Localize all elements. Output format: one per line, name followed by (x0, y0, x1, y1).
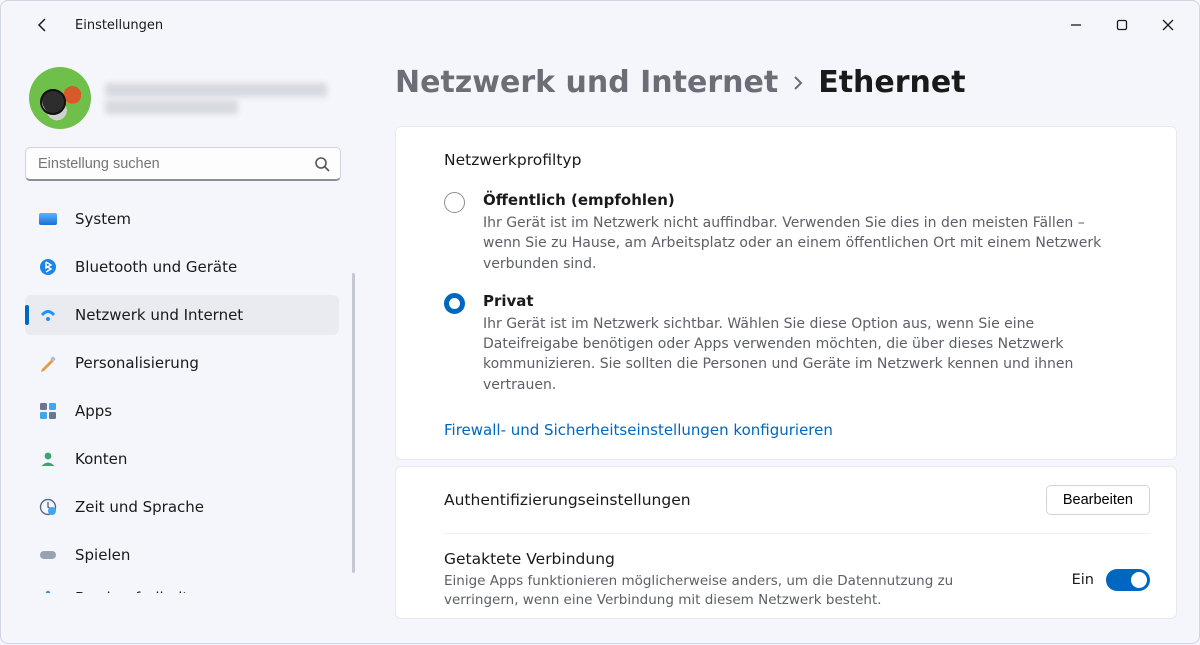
nav-list: System Bluetooth und Geräte Netzwerk und… (25, 195, 347, 593)
radio-public[interactable]: Öffentlich (empfohlen) Ihr Gerät ist im … (444, 191, 1148, 274)
titlebar: Einstellungen (1, 1, 1199, 49)
radio-checked-icon (444, 293, 465, 314)
sidebar-item-accounts[interactable]: Konten (25, 439, 339, 479)
user-name-redacted (105, 80, 347, 117)
search-field[interactable] (38, 156, 314, 172)
app-title: Einstellungen (75, 18, 163, 33)
accounts-icon (39, 450, 57, 468)
metered-row: Getaktete Verbindung Einige Apps funktio… (444, 534, 1150, 618)
radio-label: Privat (483, 292, 1118, 310)
radio-private[interactable]: Privat Ihr Gerät ist im Netzwerk sichtba… (444, 292, 1148, 395)
radio-unchecked-icon (444, 192, 465, 213)
search-input[interactable] (25, 147, 341, 181)
sidebar-item-time-language[interactable]: Zeit und Sprache (25, 487, 339, 527)
radio-description: Ihr Gerät ist im Netzwerk nicht auffindb… (483, 213, 1118, 274)
bluetooth-icon (39, 258, 57, 276)
sidebar-item-label: Spielen (75, 546, 130, 564)
metered-title: Getaktete Verbindung (444, 550, 964, 568)
sidebar-item-label: Konten (75, 450, 127, 468)
gaming-icon (39, 546, 57, 564)
radio-description: Ihr Gerät ist im Netzwerk sichtbar. Wähl… (483, 314, 1118, 395)
sidebar-item-label: Apps (75, 402, 112, 420)
sidebar-item-apps[interactable]: Apps (25, 391, 339, 431)
sidebar-item-gaming[interactable]: Spielen (25, 535, 339, 575)
minimize-button[interactable] (1053, 9, 1099, 41)
edit-button[interactable]: Bearbeiten (1046, 485, 1150, 515)
sidebar-item-personalization[interactable]: Personalisierung (25, 343, 339, 383)
apps-icon (39, 402, 57, 420)
network-profile-card: Netzwerkprofiltyp Öffentlich (empfohlen)… (395, 126, 1177, 460)
metered-description: Einige Apps funktionieren möglicherweise… (444, 572, 964, 610)
user-profile[interactable] (29, 67, 347, 129)
sidebar-item-label: Zeit und Sprache (75, 498, 204, 516)
personalization-icon (39, 354, 57, 372)
system-icon (39, 210, 57, 228)
maximize-button[interactable] (1099, 9, 1145, 41)
breadcrumb-current: Ethernet (818, 65, 965, 100)
firewall-link[interactable]: Firewall- und Sicherheitseinstellungen k… (444, 421, 833, 439)
sidebar-item-label: Netzwerk und Internet (75, 306, 243, 324)
main-content: Netzwerk und Internet Ethernet Netzwerkp… (355, 49, 1199, 645)
search-icon (314, 156, 330, 172)
auth-metered-card: Authentifizierungseinstellungen Bearbeit… (395, 466, 1177, 619)
sidebar-scrollbar[interactable] (352, 273, 355, 573)
avatar (29, 67, 91, 129)
sidebar-item-bluetooth[interactable]: Bluetooth und Geräte (25, 247, 339, 287)
sidebar-item-label: System (75, 210, 131, 228)
sidebar-item-system[interactable]: System (25, 199, 339, 239)
sidebar-item-network[interactable]: Netzwerk und Internet (25, 295, 339, 335)
card-title: Netzwerkprofiltyp (444, 151, 1148, 169)
radio-label: Öffentlich (empfohlen) (483, 191, 1118, 209)
sidebar-item-label: Barrierefreiheit (75, 589, 188, 593)
back-button[interactable] (27, 9, 59, 41)
close-button[interactable] (1145, 9, 1191, 41)
breadcrumb: Netzwerk und Internet Ethernet (395, 65, 1199, 100)
auth-row: Authentifizierungseinstellungen Bearbeit… (444, 485, 1150, 534)
accessibility-icon (39, 589, 57, 593)
time-language-icon (39, 498, 57, 516)
sidebar-item-label: Personalisierung (75, 354, 199, 372)
sidebar-item-accessibility[interactable]: Barrierefreiheit (25, 583, 339, 593)
auth-label: Authentifizierungseinstellungen (444, 491, 691, 509)
sidebar-item-label: Bluetooth und Geräte (75, 258, 237, 276)
window-controls (1053, 9, 1191, 41)
network-icon (39, 306, 57, 324)
metered-toggle[interactable] (1106, 569, 1150, 591)
toggle-state-label: Ein (1072, 572, 1094, 588)
chevron-right-icon (792, 71, 804, 95)
sidebar: System Bluetooth und Geräte Netzwerk und… (1, 49, 355, 645)
breadcrumb-parent[interactable]: Netzwerk und Internet (395, 65, 778, 100)
